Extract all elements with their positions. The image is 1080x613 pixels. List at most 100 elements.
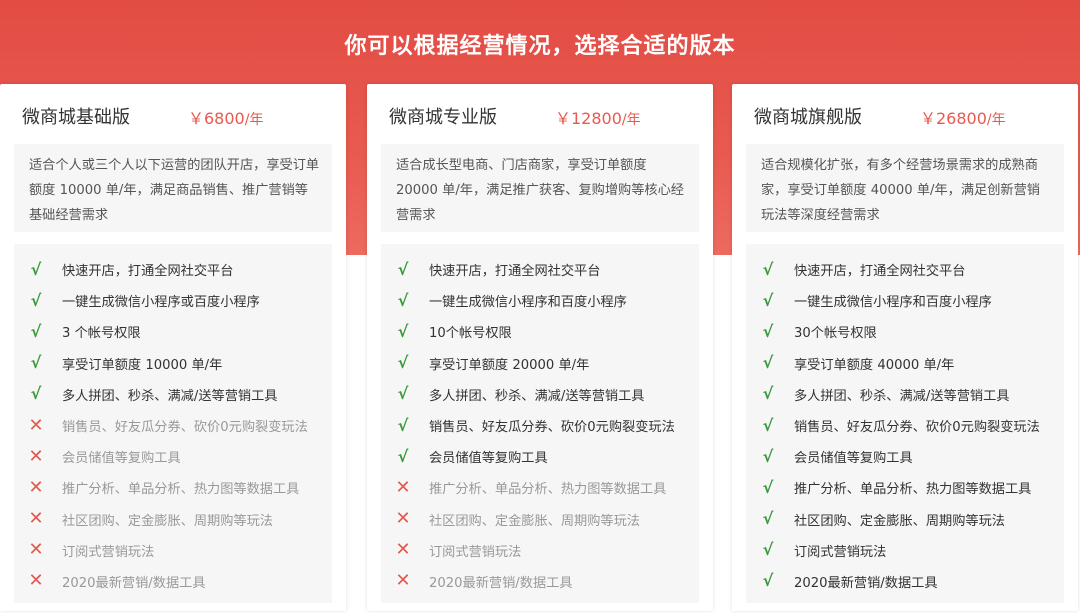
check-icon: √ (762, 321, 774, 341)
check-icon: √ (762, 290, 774, 310)
plan-name: 微商城专业版 (389, 107, 497, 128)
check-icon: √ (762, 446, 774, 466)
check-icon: √ (30, 384, 42, 404)
feature-item: √ 快速开店，打通全网社交平台 (381, 254, 699, 285)
feature-text: 销售员、好友瓜分券、砍价0元购裂变玩法 (429, 420, 675, 436)
feature-item: √ 销售员、好友瓜分券、砍价0元购裂变玩法 (381, 410, 699, 441)
cross-icon: ✕ (28, 539, 44, 561)
feature-text: 一键生成微信小程序和百度小程序 (429, 295, 627, 311)
cross-icon: ✕ (28, 508, 44, 530)
feature-list: √ 快速开店，打通全网社交平台 √ 一键生成微信小程序和百度小程序 √ 10个帐号权限 √ 享… (381, 244, 699, 603)
cross-icon: ✕ (28, 414, 44, 436)
cross-icon: ✕ (28, 570, 44, 592)
plan-card-professional[interactable]: 微商城专业版 ￥12800/年 适合成长型电商、门店商家，享受订单额度 2000… (367, 84, 713, 611)
cross-icon: ✕ (28, 445, 44, 467)
feature-text: 多人拼团、秒杀、满减/送等营销工具 (429, 388, 645, 404)
feature-text: 订阅式营销玩法 (429, 544, 522, 560)
plan-card-basic[interactable]: 微商城基础版 ￥6800/年 适合个人或三个人以下运营的团队开店，享受订单额度 … (0, 84, 346, 611)
feature-text: 推广分析、单品分析、热力图等数据工具 (429, 482, 667, 498)
feature-item: √ 多人拼团、秒杀、满减/送等营销工具 (14, 379, 332, 410)
check-icon: √ (397, 321, 409, 341)
feature-item: ✕ 推广分析、单品分析、热力图等数据工具 (381, 472, 699, 503)
feature-text: 快速开店，打通全网社交平台 (794, 264, 966, 280)
feature-text: 多人拼团、秒杀、满减/送等营销工具 (62, 388, 278, 404)
feature-text: 3 个帐号权限 (62, 326, 141, 342)
feature-item: √ 一键生成微信小程序和百度小程序 (746, 285, 1064, 316)
check-icon: √ (397, 259, 409, 279)
feature-list: √ 快速开店，打通全网社交平台 √ 一键生成微信小程序或百度小程序 √ 3 个帐号权限 √ 享… (14, 244, 332, 603)
check-icon: √ (762, 384, 774, 404)
feature-item: ✕ 订阅式营销玩法 (381, 535, 699, 566)
feature-item: √ 推广分析、单品分析、热力图等数据工具 (746, 472, 1064, 503)
price-unit: /年 (244, 112, 264, 128)
feature-item: √ 会员储值等复购工具 (381, 441, 699, 472)
feature-text: 快速开店，打通全网社交平台 (62, 264, 234, 280)
feature-text: 享受订单额度 40000 单/年 (794, 357, 955, 373)
feature-item: √ 享受订单额度 10000 单/年 (14, 348, 332, 379)
feature-item: ✕ 社区团购、定金膨胀、周期购等玩法 (381, 504, 699, 535)
plan-name: 微商城基础版 (22, 107, 130, 128)
check-icon: √ (30, 259, 42, 279)
feature-text: 一键生成微信小程序或百度小程序 (62, 295, 260, 311)
feature-text: 享受订单额度 20000 单/年 (429, 357, 590, 373)
feature-item: √ 10个帐号权限 (381, 316, 699, 347)
feature-text: 销售员、好友瓜分券、砍价0元购裂变玩法 (62, 420, 308, 436)
feature-text: 快速开店，打通全网社交平台 (429, 264, 601, 280)
feature-text: 2020最新营销/数据工具 (794, 575, 938, 591)
feature-text: 推广分析、单品分析、热力图等数据工具 (794, 482, 1032, 498)
feature-text: 会员储值等复购工具 (429, 451, 548, 467)
feature-item: √ 享受订单额度 40000 单/年 (746, 348, 1064, 379)
price-amount: ￥6800 (188, 109, 245, 128)
check-icon: √ (762, 540, 774, 560)
plan-card-flagship[interactable]: 微商城旗舰版 ￥26800/年 适合规模化扩张，有多个经营场景需求的成熟商家，享… (732, 84, 1078, 611)
check-icon: √ (762, 509, 774, 529)
feature-text: 会员储值等复购工具 (794, 451, 913, 467)
feature-item: √ 多人拼团、秒杀、满减/送等营销工具 (746, 379, 1064, 410)
plan-header: 微商城旗舰版 ￥26800/年 (754, 103, 1064, 133)
check-icon: √ (397, 353, 409, 373)
feature-item: √ 3 个帐号权限 (14, 316, 332, 347)
feature-item: ✕ 2020最新营销/数据工具 (14, 566, 332, 597)
price-unit: /年 (986, 112, 1006, 128)
plan-price: ￥12800/年 (555, 105, 641, 129)
feature-item: ✕ 销售员、好友瓜分券、砍价0元购裂变玩法 (14, 410, 332, 441)
check-icon: √ (397, 290, 409, 310)
cross-icon: ✕ (395, 539, 411, 561)
cross-icon: ✕ (395, 476, 411, 498)
price-unit: /年 (621, 112, 641, 128)
check-icon: √ (762, 353, 774, 373)
check-icon: √ (762, 477, 774, 497)
cross-icon: ✕ (395, 570, 411, 592)
feature-item: √ 销售员、好友瓜分券、砍价0元购裂变玩法 (746, 410, 1064, 441)
plan-header: 微商城专业版 ￥12800/年 (389, 103, 699, 133)
plan-description: 适合规模化扩张，有多个经营场景需求的成熟商家，享受订单额度 40000 单/年，… (746, 144, 1064, 232)
feature-text: 社区团购、定金膨胀、周期购等玩法 (429, 513, 640, 529)
feature-item: √ 2020最新营销/数据工具 (746, 566, 1064, 597)
plan-name: 微商城旗舰版 (754, 107, 862, 128)
price-amount: ￥12800 (555, 109, 622, 128)
feature-text: 推广分析、单品分析、热力图等数据工具 (62, 482, 300, 498)
check-icon: √ (762, 571, 774, 591)
check-icon: √ (762, 415, 774, 435)
feature-item: √ 享受订单额度 20000 单/年 (381, 348, 699, 379)
check-icon: √ (397, 446, 409, 466)
plan-description: 适合成长型电商、门店商家，享受订单额度 20000 单/年，满足推广获客、复购增… (381, 144, 699, 232)
feature-item: √ 订阅式营销玩法 (746, 535, 1064, 566)
check-icon: √ (30, 290, 42, 310)
feature-text: 订阅式营销玩法 (62, 544, 155, 560)
cross-icon: ✕ (28, 476, 44, 498)
feature-text: 会员储值等复购工具 (62, 451, 181, 467)
feature-item: √ 多人拼团、秒杀、满减/送等营销工具 (381, 379, 699, 410)
plan-price: ￥6800/年 (188, 105, 263, 129)
feature-list: √ 快速开店，打通全网社交平台 √ 一键生成微信小程序和百度小程序 √ 30个帐号权限 √ 享… (746, 244, 1064, 603)
feature-item: √ 会员储值等复购工具 (746, 441, 1064, 472)
feature-item: √ 快速开店，打通全网社交平台 (14, 254, 332, 285)
feature-text: 社区团购、定金膨胀、周期购等玩法 (794, 513, 1005, 529)
feature-item: ✕ 订阅式营销玩法 (14, 535, 332, 566)
feature-item: ✕ 会员储值等复购工具 (14, 441, 332, 472)
feature-text: 订阅式营销玩法 (794, 544, 887, 560)
feature-item: √ 一键生成微信小程序或百度小程序 (14, 285, 332, 316)
plan-description: 适合个人或三个人以下运营的团队开店，享受订单额度 10000 单/年，满足商品销… (14, 144, 332, 232)
check-icon: √ (762, 259, 774, 279)
page-title: 你可以根据经营情况，选择合适的版本 (344, 34, 736, 59)
